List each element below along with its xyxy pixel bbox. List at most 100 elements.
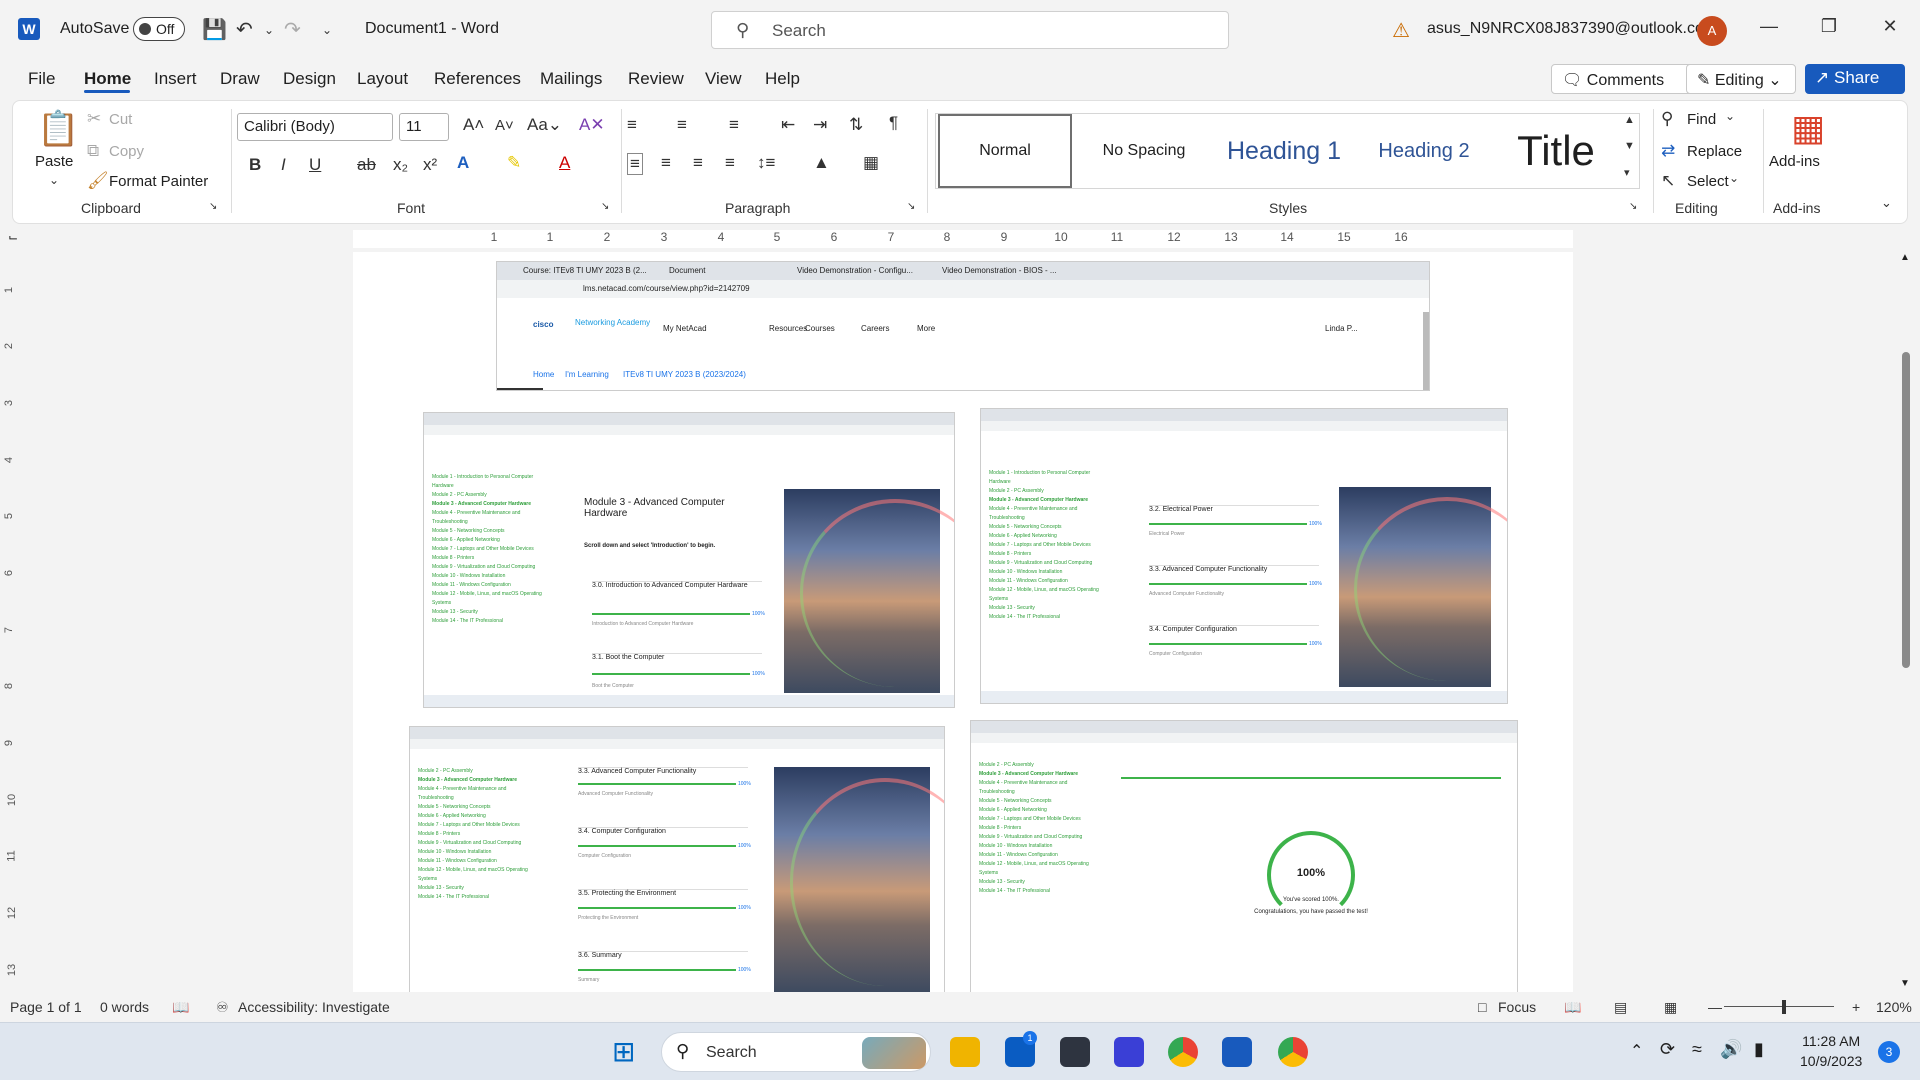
taskbar-clock[interactable]: 11:28 AM 10/9/2023 <box>1800 1031 1862 1071</box>
paste-button[interactable]: Paste <box>35 153 73 170</box>
justify-icon[interactable]: ≡ <box>725 153 735 173</box>
shrink-font-icon[interactable]: A˅ <box>495 117 514 134</box>
borders-icon[interactable]: ▦ <box>863 153 879 173</box>
format-painter-button[interactable]: Format Painter <box>109 173 208 190</box>
zoom-slider[interactable] <box>1724 1006 1834 1007</box>
collapse-ribbon-icon[interactable]: ⌄ <box>1881 195 1892 211</box>
app-icon[interactable] <box>1114 1037 1144 1067</box>
align-right-icon[interactable]: ≡ <box>693 153 703 173</box>
decrease-indent-icon[interactable]: ⇤ <box>781 115 795 135</box>
chrome-icon[interactable] <box>1278 1037 1308 1067</box>
clear-formatting-icon[interactable]: A✕ <box>579 115 605 135</box>
font-launcher-icon[interactable]: ↘ <box>601 201 609 212</box>
sort-icon[interactable]: ⇅ <box>849 115 863 135</box>
font-name-select[interactable]: Calibri (Body) <box>237 113 393 141</box>
select-dropdown-icon[interactable]: ⌄ <box>1729 171 1739 185</box>
proofing-icon[interactable]: 📖 <box>172 999 189 1016</box>
style-heading-1[interactable]: Heading 1 <box>1214 114 1354 188</box>
zoom-in-icon[interactable]: + <box>1852 999 1860 1015</box>
italic-icon[interactable]: I <box>281 155 286 175</box>
restore-icon[interactable]: ❐ <box>1814 16 1844 37</box>
change-case-icon[interactable]: Aa⌄ <box>527 115 562 135</box>
shading-icon[interactable]: ▲ <box>813 153 830 173</box>
find-dropdown-icon[interactable]: ⌄ <box>1725 109 1735 123</box>
zoom-slider-thumb[interactable] <box>1782 1000 1786 1014</box>
scroll-down-icon[interactable]: ▼ <box>1900 978 1910 989</box>
tab-references[interactable]: References <box>434 69 521 89</box>
styles-scroll-down-icon[interactable]: ▼ <box>1624 140 1635 152</box>
close-icon[interactable]: ✕ <box>1875 16 1905 37</box>
highlight-icon[interactable]: ✎ <box>507 153 521 173</box>
undo-dropdown-icon[interactable]: ⌄ <box>264 23 274 37</box>
vertical-scrollbar[interactable]: ▲ ▼ <box>1898 252 1912 992</box>
styles-launcher-icon[interactable]: ↘ <box>1629 201 1637 212</box>
replace-button[interactable]: Replace <box>1687 143 1742 160</box>
style-normal[interactable]: Normal <box>938 114 1072 188</box>
add-ins-icon[interactable]: ▦ <box>1791 107 1825 149</box>
tab-mailings[interactable]: Mailings <box>540 69 602 89</box>
tab-home[interactable]: Home <box>84 69 131 89</box>
tab-selector-icon[interactable]: ⌙ <box>8 230 18 244</box>
zoom-level[interactable]: 120% <box>1876 999 1912 1015</box>
customize-toolbar-icon[interactable]: ⌄ <box>322 23 332 37</box>
focus-button[interactable]: Focus <box>1498 999 1536 1015</box>
tab-draw[interactable]: Draw <box>220 69 260 89</box>
align-center-icon[interactable]: ≡ <box>661 153 671 173</box>
style-heading-2[interactable]: Heading 2 <box>1356 114 1492 188</box>
word-count[interactable]: 0 words <box>100 999 149 1015</box>
redo-icon[interactable]: ↷ <box>284 17 301 42</box>
read-mode-icon[interactable]: 📖 <box>1564 999 1581 1016</box>
font-size-select[interactable]: 11 <box>399 113 449 141</box>
autosave-toggle[interactable]: Off <box>133 17 185 41</box>
page-count[interactable]: Page 1 of 1 <box>10 999 82 1015</box>
file-explorer-icon[interactable] <box>950 1037 980 1067</box>
save-icon[interactable]: 💾 <box>202 17 227 42</box>
grow-font-icon[interactable]: A˄ <box>463 115 484 135</box>
undo-icon[interactable]: ↶ <box>236 17 253 42</box>
account-name[interactable]: asus_N9NRCX08J837390@outlook.com <box>1427 20 1717 38</box>
sync-icon[interactable]: ⟳ <box>1660 1039 1675 1060</box>
cut-button[interactable]: Cut <box>109 111 132 128</box>
minimize-icon[interactable]: — <box>1754 16 1784 37</box>
search-input[interactable]: ⚲ Search <box>711 11 1229 49</box>
increase-indent-icon[interactable]: ⇥ <box>813 115 827 135</box>
tab-file[interactable]: File <box>28 69 55 89</box>
start-icon[interactable]: ⊞ <box>612 1035 635 1068</box>
superscript-icon[interactable]: x² <box>423 155 437 175</box>
volume-icon[interactable]: 🔊 <box>1720 1039 1742 1060</box>
web-layout-icon[interactable]: ▦ <box>1664 999 1677 1016</box>
tab-layout[interactable]: Layout <box>357 69 408 89</box>
style-title[interactable]: Title <box>1494 114 1618 188</box>
tab-insert[interactable]: Insert <box>154 69 197 89</box>
accessibility-status[interactable]: Accessibility: Investigate <box>238 999 390 1015</box>
word-taskbar-icon[interactable] <box>1222 1037 1252 1067</box>
tab-review[interactable]: Review <box>628 69 684 89</box>
clipboard-launcher-icon[interactable]: ↘ <box>209 201 217 212</box>
document-page[interactable]: Course: ITEv8 TI UMY 2023 B (2... Docume… <box>353 252 1573 992</box>
editing-mode-button[interactable]: ✎ Editing ⌄ <box>1686 64 1796 94</box>
add-ins-button[interactable]: Add-ins <box>1769 153 1820 170</box>
print-layout-icon[interactable]: ▤ <box>1614 999 1627 1016</box>
app-icon[interactable] <box>1060 1037 1090 1067</box>
text-effects-icon[interactable]: A <box>457 153 469 173</box>
scrollbar-thumb[interactable] <box>1902 352 1910 668</box>
tab-help[interactable]: Help <box>765 69 800 89</box>
wifi-icon[interactable]: ≈ <box>1692 1039 1702 1060</box>
styles-scroll-up-icon[interactable]: ▲ <box>1624 114 1635 126</box>
scroll-up-icon[interactable]: ▲ <box>1900 252 1910 263</box>
microsoft-store-icon[interactable]: 1 <box>1005 1031 1037 1067</box>
paste-options-icon[interactable]: ⌄ <box>49 173 59 187</box>
align-left-icon[interactable]: ≡ <box>627 153 643 175</box>
chevron-up-icon[interactable]: ⌃ <box>1630 1041 1643 1061</box>
paste-icon[interactable]: 📋 <box>37 109 79 149</box>
vertical-ruler[interactable]: 1 2 3 4 5 6 7 8 9 10 11 12 13 <box>3 252 22 992</box>
font-color-icon[interactable]: A <box>559 153 570 173</box>
numbering-icon[interactable]: ≡ <box>677 115 687 135</box>
zoom-out-icon[interactable]: — <box>1708 999 1722 1015</box>
warning-icon[interactable]: ⚠ <box>1392 18 1410 43</box>
show-formatting-icon[interactable]: ¶ <box>889 113 898 133</box>
multilevel-list-icon[interactable]: ≡ <box>729 115 739 135</box>
share-button[interactable]: ↗ Share <box>1805 64 1905 94</box>
underline-icon[interactable]: U <box>309 155 321 175</box>
strikethrough-icon[interactable]: ab <box>357 155 376 175</box>
